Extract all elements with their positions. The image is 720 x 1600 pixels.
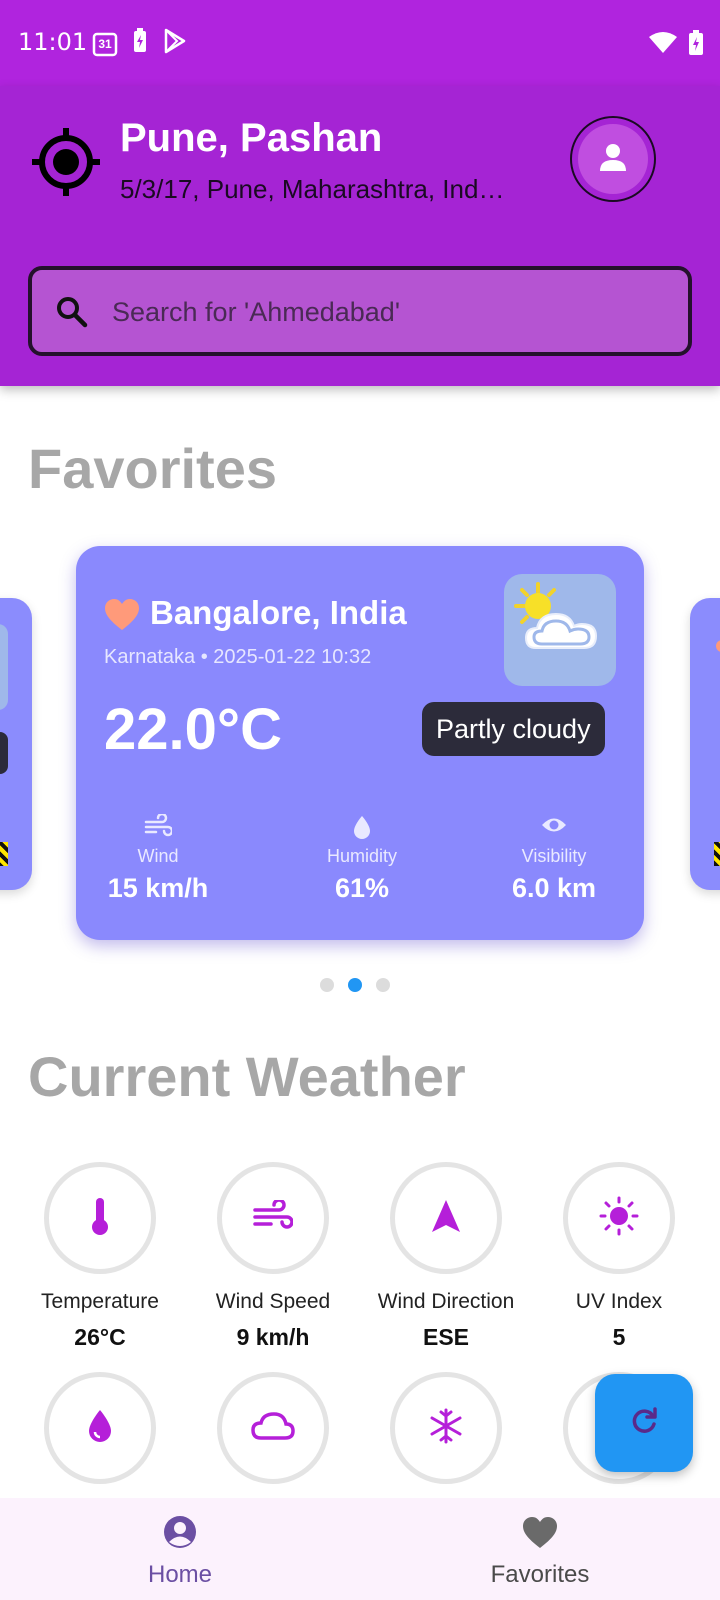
snowflake-icon	[428, 1408, 464, 1449]
heart-icon	[521, 1517, 559, 1554]
stat-label: Visibility	[521, 846, 587, 866]
search-icon	[54, 294, 90, 330]
status-bar: 11:01 31	[0, 0, 720, 86]
metric-label: Wind Direction	[377, 1290, 515, 1313]
stat-value: 15 km/h	[107, 873, 209, 903]
favorite-card-previous[interactable]	[0, 598, 32, 890]
search-bar[interactable]	[28, 266, 692, 356]
sun-icon	[599, 1196, 639, 1241]
calendar-day: 31	[98, 36, 112, 51]
metric-wind-speed[interactable]: Wind Speed 9 km/h	[186, 1162, 360, 1351]
location-title: Pune, Pashan	[120, 116, 383, 160]
metric-label: Wind Speed	[215, 1290, 331, 1313]
calendar-icon: 31	[92, 31, 118, 57]
stat-humidity: Humidity 61%	[310, 814, 414, 904]
metric-value: ESE	[422, 1324, 470, 1350]
metric-temperature[interactable]: Temperature 26°C	[13, 1162, 187, 1351]
favorites-section-title: Favorites	[28, 437, 277, 500]
app-screen: 11:01 31 Pune, Pashan 5/3/17, Pune, Maha…	[0, 0, 720, 1600]
page-dot[interactable]	[376, 978, 390, 992]
favorite-temperature: 22.0°C	[104, 697, 282, 762]
metric-label: UV Index	[575, 1290, 663, 1313]
page-dot[interactable]	[320, 978, 334, 992]
wind-icon	[144, 812, 174, 842]
favorite-city: Bangalore, India	[150, 594, 407, 631]
nav-label-home: Home	[147, 1561, 213, 1588]
thermometer-icon	[88, 1196, 112, 1241]
stat-wind: Wind 15 km/h	[104, 812, 212, 904]
my-location-icon[interactable]	[30, 126, 102, 198]
metric-value: 9 km/h	[236, 1324, 310, 1350]
stat-visibility: Visibility 6.0 km	[500, 814, 608, 904]
status-icons-left: 31	[92, 28, 188, 59]
current-weather-title: Current Weather	[28, 1045, 466, 1108]
metric-humidity[interactable]	[13, 1372, 187, 1484]
metric-value: 26°C	[74, 1324, 126, 1350]
condition-badge: Partly cloudy	[422, 702, 605, 756]
metric-label: Temperature	[41, 1290, 159, 1313]
water-drop-icon	[85, 1408, 115, 1449]
cloud-icon	[251, 1411, 295, 1446]
metric-cloud[interactable]	[186, 1372, 360, 1484]
play-store-icon	[162, 28, 188, 59]
location-header: Pune, Pashan 5/3/17, Pune, Maharashtra, …	[0, 86, 720, 386]
stat-label: Wind	[137, 846, 179, 866]
battery-saver-icon	[132, 28, 148, 59]
wifi-icon	[648, 31, 678, 60]
refresh-button[interactable]	[595, 1374, 693, 1472]
stat-label: Humidity	[326, 846, 397, 866]
wind-icon	[253, 1197, 294, 1237]
location-address: 5/3/17, Pune, Maharashtra, Ind…	[120, 174, 505, 204]
carousel-indicator	[320, 978, 390, 992]
metric-uv-index[interactable]: UV Index 5	[532, 1162, 706, 1351]
heart-icon[interactable]	[104, 598, 140, 632]
status-time: 11:01	[18, 28, 88, 56]
search-input[interactable]	[112, 286, 672, 338]
metric-snow[interactable]	[359, 1372, 533, 1484]
profile-button[interactable]	[570, 116, 656, 202]
account-circle-icon	[162, 1516, 198, 1554]
nav-item-home[interactable]: Home	[80, 1514, 280, 1589]
stat-value: 61%	[334, 873, 390, 903]
battery-charging-icon	[688, 30, 704, 61]
water-drop-icon	[351, 814, 373, 842]
nav-item-favorites[interactable]: Favorites	[440, 1516, 640, 1589]
bottom-navigation: Home Favorites	[0, 1498, 720, 1600]
metric-wind-direction[interactable]: Wind Direction ESE	[359, 1162, 533, 1351]
page-dot-active[interactable]	[348, 978, 362, 992]
avatar	[578, 124, 648, 194]
person-icon	[596, 140, 630, 179]
partly-cloudy-icon	[504, 574, 616, 686]
nav-label-favorites: Favorites	[490, 1561, 590, 1588]
refresh-icon	[628, 1405, 660, 1442]
metric-value: 5	[612, 1324, 626, 1350]
favorite-meta: Karnataka • 2025-01-22 10:32	[104, 646, 372, 668]
navigation-arrow-icon	[430, 1198, 462, 1239]
status-icons-right	[648, 30, 704, 61]
favorite-card[interactable]: Bangalore, India Karnataka • 2025-01-22 …	[76, 546, 644, 940]
favorite-card-next[interactable]	[690, 598, 720, 890]
stat-value: 6.0 km	[511, 873, 597, 903]
eye-icon	[540, 814, 568, 842]
